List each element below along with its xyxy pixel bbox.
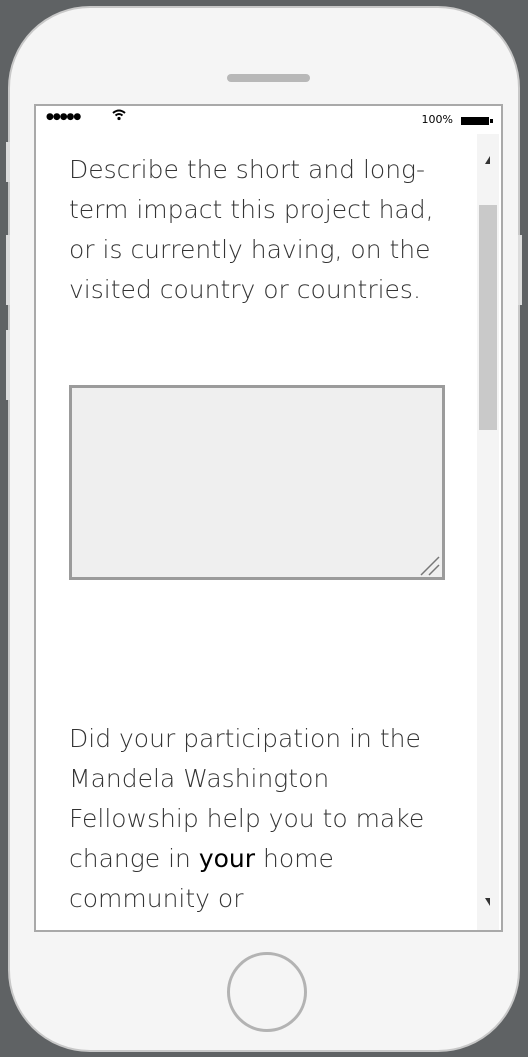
scroll-up-arrow-icon[interactable] [485,156,490,164]
battery-tip-icon [490,119,493,123]
question-text-emphasis: your [198,844,256,873]
question-mandela-fellowship: Did your participation in the Mandela Wa… [69,719,449,919]
phone-power-button [518,235,522,305]
status-bar: ●●●●● 100% [36,106,501,134]
scrollbar-thumb[interactable] [479,205,497,430]
battery-icon [461,117,489,125]
resize-grip-icon[interactable] [419,555,441,577]
page: { "status_bar": { "signal": "●●●●●", "ba… [0,0,528,1057]
vertical-scrollbar[interactable] [477,134,499,930]
phone-volume-up-button [6,235,10,305]
wifi-icon [112,109,126,125]
phone-speaker [227,74,310,82]
impact-answer-textarea[interactable] [69,385,445,580]
home-button[interactable] [227,952,307,1032]
battery-percentage: 100% [421,113,453,126]
phone-screen: ●●●●● 100% Describe the short and long-t… [34,104,503,932]
signal-strength-icon: ●●●●● [46,112,81,122]
question-impact: Describe the short and long-term impact … [69,155,434,304]
phone-side-button [6,142,10,182]
phone-volume-down-button [6,330,10,400]
scroll-down-arrow-icon[interactable] [485,898,490,906]
